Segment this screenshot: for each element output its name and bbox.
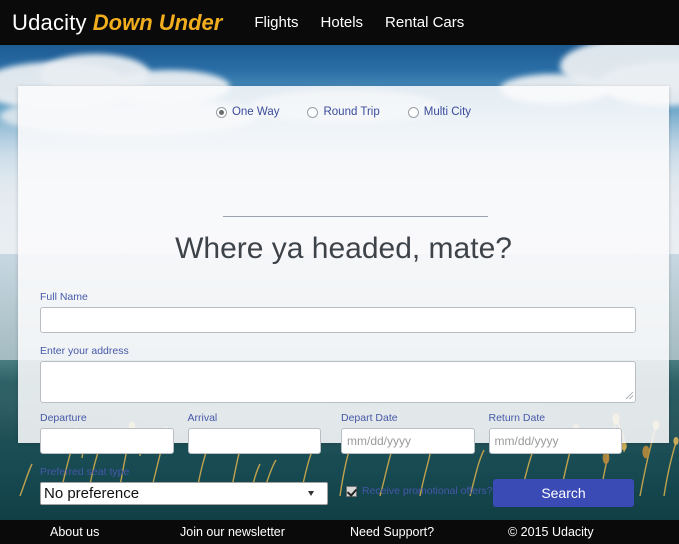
radio-icon[interactable] [215,106,227,118]
field-group-arrival: Arrival [187,412,321,454]
nav-hotels[interactable]: Hotels [321,14,364,31]
field-group-address: Enter your address [40,345,636,403]
address-textarea-wrapper [40,361,636,403]
trip-type-multi-city-label: Multi City [423,106,472,118]
field-group-return-date: Return Date [488,412,622,454]
seat-type-select[interactable]: No preference [40,482,328,505]
seat-type-label: Preferred seat type [40,466,130,478]
field-group-departure: Departure [40,412,174,454]
search-button[interactable]: Search [493,479,634,507]
field-group-full-name: Full Name [40,291,636,333]
radio-icon[interactable] [407,106,419,118]
nav-rental-cars[interactable]: Rental Cars [385,14,464,31]
trip-type-round-trip[interactable]: Round Trip [307,106,380,118]
trip-type-round-trip-label: Round Trip [323,106,380,118]
return-date-input[interactable] [488,428,622,454]
address-label: Enter your address [40,345,129,357]
field-group-route-dates: Departure Arrival Depart Date Return Dat… [40,412,636,454]
address-textarea[interactable] [40,361,636,403]
trip-type-multi-city[interactable]: Multi City [407,106,472,118]
footer-bar: About us Join our newsletter Need Suppor… [0,520,679,544]
trip-type-one-way[interactable]: One Way [215,106,280,118]
radio-icon[interactable] [307,106,319,118]
trip-type-one-way-label: One Way [231,106,280,118]
logo-text-accent: Down Under [92,9,223,35]
footer-newsletter[interactable]: Join our newsletter [180,525,285,539]
nav-flights[interactable]: Flights [254,14,298,31]
arrival-label: Arrival [187,412,218,424]
promo-offers-label: Receive promotional offers? [362,485,493,497]
logo-text-primary: Udacity [12,9,87,35]
trip-type-radio-group: One Way Round Trip Multi City [18,106,669,118]
arrival-input[interactable] [187,428,321,454]
checkbox-icon[interactable] [346,485,357,497]
field-group-depart-date: Depart Date [341,412,475,454]
departure-label: Departure [40,412,87,424]
full-name-label: Full Name [40,291,88,303]
top-navigation-bar: Udacity Down Under Flights Hotels Rental … [0,0,679,45]
site-logo[interactable]: Udacity Down Under [12,10,222,36]
depart-date-input[interactable] [341,428,475,454]
section-divider [223,216,488,217]
nav-links: Flights Hotels Rental Cars [254,14,464,31]
depart-date-label: Depart Date [341,412,398,424]
promo-offers-checkbox-row[interactable]: Receive promotional offers? [346,485,493,497]
footer-copyright: © 2015 Udacity [508,525,594,539]
page-title: Where ya headed, mate? [175,232,512,265]
page-root: Udacity Down Under Flights Hotels Rental … [0,0,679,544]
footer-support[interactable]: Need Support? [350,525,434,539]
return-date-label: Return Date [488,412,546,424]
footer-about-us[interactable]: About us [50,525,99,539]
departure-input[interactable] [40,428,174,454]
full-name-input[interactable] [40,307,636,333]
search-form-panel: One Way Round Trip Multi City Where ya h… [18,86,669,507]
